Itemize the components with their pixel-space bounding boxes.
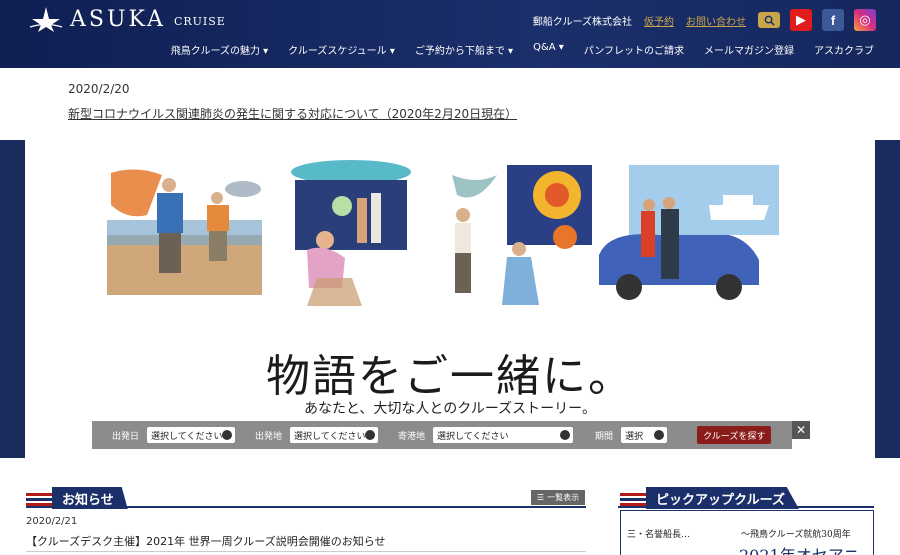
asuka-logo[interactable]: ASUKA CRUISE [26,5,226,33]
logo-text: ASUKA [70,6,166,32]
news-list-label: 一覧表示 [547,493,580,502]
chevron-down-icon [560,430,571,440]
departure-port-select[interactable]: 選択してください [290,427,379,443]
notice-link[interactable]: 新型コロナウイルス関連肺炎の発生に関する対応について（2020年2月20日現在） [68,105,517,122]
car-ship-illustration [599,165,779,300]
contact-link[interactable]: お問い合わせ [686,13,746,28]
hero-subline: あなたと、大切な人とのクルーズストーリー。 [303,401,597,417]
stop-port-select[interactable]: 選択してください [433,427,574,443]
period-select[interactable]: 選択 [621,427,668,443]
facebook-icon[interactable]: f [822,9,844,31]
nav-booking[interactable]: ご予約から下船まで ▾ [415,42,513,57]
departure-port-value: 選択してください [294,431,366,442]
search-icon [764,15,775,26]
departure-date-label: 出発日 [112,431,140,442]
chevron-down-icon [222,430,233,440]
close-icon[interactable]: ✕ [792,421,810,439]
stripes-icon [620,493,646,506]
stop-port-label: 寄港地 [398,431,426,442]
pickup-card[interactable]: 三・名誉船長… ～飛鳥クルーズ就航30周年 2021年オセアニ [620,510,874,555]
ship-mark-icon [29,7,63,32]
pickup-big-text: 2021年オセアニ [739,542,859,555]
nav-qa[interactable]: Q&A ▾ [533,42,564,57]
nav-schedule[interactable]: クルーズスケジュール ▾ [288,42,395,57]
stop-port-value: 選択してください [437,431,509,442]
find-cruise-button[interactable]: クルーズを探す [697,426,772,444]
pickup-right-text: ～飛鳥クルーズ就航30周年 [741,530,851,540]
departure-port-label: 出発地 [255,431,283,442]
social-links: ▶ f ◎ [790,9,876,31]
nav-pamphlet[interactable]: パンフレットのご請求 [584,42,684,57]
hero-headline: 物語をご一緒に。 [266,351,634,402]
main-nav: 飛鳥クルーズの魅力 ▾ クルーズスケジュール ▾ ご予約から下船まで ▾ Q&A… [171,42,874,57]
pickup-divider [618,506,874,508]
news-item-date: 2020/2/21 [26,516,78,527]
news-separator [26,551,586,552]
list-icon: ☰ [536,493,545,502]
hero-banner: 物語をご一緒に。 あなたと、大切な人とのクルーズストーリー。 [0,140,900,458]
news-item-link[interactable]: 【クルーズデスク主催】2021年 世界一周クルーズ説明会開催のお知らせ [26,533,386,549]
deck-illustration [107,169,262,295]
chevron-down-icon [654,430,665,440]
search-button[interactable] [758,12,780,28]
company-link[interactable]: 郵船クルーズ株式会社 [533,13,632,28]
nav-asuka-club[interactable]: アスカクラブ [814,42,874,57]
pickup-left-text: 三・名誉船長… [627,530,691,540]
nav-newsletter[interactable]: メールマガジン登録 [704,42,794,57]
period-label: 期間 [595,431,614,442]
fireworks-illustration [452,165,592,305]
instagram-icon[interactable]: ◎ [854,9,876,31]
site-header: ASUKA CRUISE 郵船クルーズ株式会社 仮予約 お問い合わせ ▶ f ◎… [0,0,900,68]
nav-appeal[interactable]: 飛鳥クルーズの魅力 ▾ [171,42,268,57]
reserve-link[interactable]: 仮予約 [644,13,674,28]
news-divider [26,506,586,508]
departure-date-value: 選択してください [151,431,223,442]
period-value: 選択 [625,431,644,442]
news-list-button[interactable]: ☰ 一覧表示 [531,490,585,505]
lounge-illustration [291,160,411,306]
utility-links: 郵船クルーズ株式会社 仮予約 お問い合わせ [533,12,780,28]
logo-sub: CRUISE [173,14,226,28]
chevron-down-icon [365,430,376,440]
notice-date: 2020/2/20 [68,82,130,96]
stripes-icon [26,493,52,506]
hero-panel: 物語をご一緒に。 あなたと、大切な人とのクルーズストーリー。 [25,140,875,458]
youtube-icon[interactable]: ▶ [790,9,812,31]
departure-date-select[interactable]: 選択してください [147,427,236,443]
cruise-search-bar: 出発日 選択してください 出発地 選択してください 寄港地 選択してください 期… [92,421,792,449]
